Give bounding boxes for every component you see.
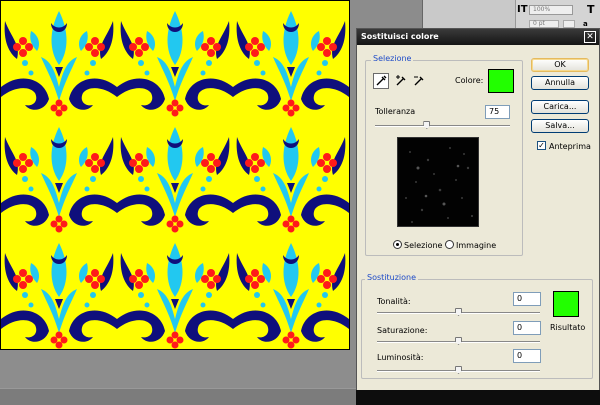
damask-pattern-image (1, 1, 349, 349)
replace-color-dialog: Sostituisci colore ✕ Selezione Colore: T… (356, 28, 600, 405)
screen-bottom-edge (356, 390, 600, 405)
workspace-background (350, 0, 420, 30)
tolerance-slider-track[interactable] (375, 125, 510, 127)
tolerance-input[interactable]: 75 (485, 105, 510, 119)
eyedropper-tool[interactable] (373, 73, 389, 89)
dialog-title: Sostituisci colore (361, 32, 439, 41)
eyedropper-minus-icon (414, 76, 424, 86)
selection-color-swatch[interactable] (488, 69, 514, 93)
eyedropper-plus-icon (396, 75, 406, 86)
tolerance-label: Tolleranza (375, 107, 416, 116)
load-button[interactable]: Carica... (531, 100, 589, 114)
result-color-swatch[interactable] (553, 291, 579, 317)
selection-preview (397, 137, 479, 227)
eyedropper-icon (376, 75, 387, 86)
vertical-scale-icon: IT (517, 4, 528, 15)
result-label: Risultato (550, 323, 586, 332)
horizontal-scale-icon: T (587, 3, 595, 16)
character-panel: IT 100% T 0 pt a (422, 0, 600, 30)
ok-button[interactable]: OK (531, 58, 589, 72)
baseline-field[interactable]: 0 pt (529, 20, 559, 28)
cancel-button[interactable]: Annulla (531, 76, 589, 90)
color-field[interactable] (563, 20, 575, 28)
preview-checkbox[interactable]: ✓ (537, 141, 546, 150)
selection-mask-image (405, 147, 474, 223)
saturation-label: Saturazione: (377, 326, 428, 335)
lightness-input[interactable]: 0 (513, 349, 541, 363)
document-canvas[interactable] (0, 0, 350, 350)
save-button[interactable]: Salva... (531, 119, 589, 133)
saturation-input[interactable]: 0 (513, 321, 541, 335)
eyedropper-plus-tool[interactable] (393, 73, 409, 89)
color-label: Colore: (455, 76, 484, 85)
radio-image-label: Immagine (456, 241, 497, 250)
close-button[interactable]: ✕ (584, 31, 596, 43)
radio-selection[interactable] (393, 240, 402, 249)
selection-group-label: Selezione (371, 54, 414, 63)
dialog-title-bar[interactable]: Sostituisci colore ✕ (357, 29, 599, 45)
status-bar (0, 388, 356, 405)
hue-label: Tonalità: (377, 297, 411, 306)
eyedropper-minus-tool[interactable] (411, 73, 427, 89)
preview-label: Anteprima (549, 142, 591, 151)
replacement-group-label: Sostituzione (365, 273, 419, 282)
lightness-label: Luminosità: (377, 353, 424, 362)
kerning-icon: a (583, 20, 588, 28)
radio-selection-label: Selezione (404, 241, 443, 250)
zoom-field[interactable]: 100% (529, 5, 573, 15)
radio-image[interactable] (445, 240, 454, 249)
hue-input[interactable]: 0 (513, 292, 541, 306)
